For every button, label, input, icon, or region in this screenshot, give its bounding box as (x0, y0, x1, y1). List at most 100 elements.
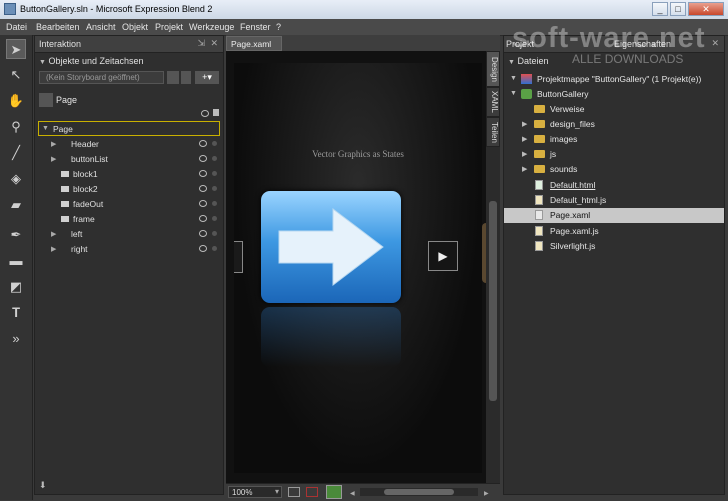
folder-row-verweise[interactable]: Verweise (504, 102, 724, 117)
design-surface[interactable]: Vector Graphics as States ▶ (234, 63, 488, 473)
eye-icon[interactable] (201, 110, 209, 117)
layout-grid-icon[interactable]: ◩ (6, 277, 26, 297)
lock-dot-icon[interactable] (212, 171, 217, 176)
tree-row-right[interactable]: ▶ right (35, 242, 221, 257)
lock-dot-icon[interactable] (212, 216, 217, 221)
scroll-right-icon[interactable]: ▶ (484, 490, 489, 497)
menu-werkzeuge[interactable]: Werkzeuge (189, 22, 234, 32)
tab-design[interactable]: Design (486, 51, 500, 87)
eye-icon[interactable] (199, 170, 207, 177)
lock-dot-icon[interactable] (212, 246, 217, 251)
zoom-icon[interactable]: ⚲ (6, 117, 26, 137)
artboard-status-bar: 100% ▾ ◀ ▶ (226, 483, 500, 501)
prev-button-partial[interactable] (234, 241, 243, 273)
menu-bearbeiten[interactable]: Bearbeiten (36, 22, 80, 32)
folder-row-design-files[interactable]: ▶ design_files (504, 117, 724, 132)
tree-row-header[interactable]: ▶ Header (35, 137, 221, 152)
horizontal-scrollbar[interactable] (360, 488, 478, 496)
folder-row-sounds[interactable]: ▶ sounds (504, 162, 724, 177)
item-label: ButtonGallery (537, 89, 589, 99)
menu-fenster[interactable]: Fenster (240, 22, 271, 32)
lock-dot-icon[interactable] (212, 231, 217, 236)
collapse-icon[interactable]: ▼ (510, 90, 517, 97)
lock-dot-icon[interactable] (212, 141, 217, 146)
storyboard-close-button[interactable] (181, 71, 191, 84)
folder-row-js[interactable]: ▶ js (504, 147, 724, 162)
expand-icon[interactable]: ▶ (522, 150, 527, 158)
folder-row-images[interactable]: ▶ images (504, 132, 724, 147)
tree-row-frame[interactable]: frame (35, 212, 221, 227)
zoom-select[interactable]: 100% ▾ (228, 486, 282, 498)
panel-close-icon[interactable]: ✕ (210, 38, 218, 49)
eye-icon[interactable] (199, 155, 207, 162)
close-button[interactable]: ✕ (688, 2, 724, 16)
brush-icon[interactable]: ▰ (6, 195, 26, 215)
file-row-silverlight-js[interactable]: Silverlight.js (504, 239, 724, 254)
menu-help[interactable]: ? (276, 22, 281, 32)
scroll-thumb[interactable] (384, 489, 454, 495)
collapse-icon[interactable]: ▼ (510, 75, 517, 82)
minimize-button[interactable]: _ (652, 2, 668, 16)
rectangle-icon[interactable]: ▬ (6, 251, 26, 271)
storyboard-options-button[interactable] (167, 71, 179, 84)
tree-row-buttonlist[interactable]: ▶ buttonList (35, 152, 221, 167)
file-row-page-xaml[interactable]: Page.xaml (504, 208, 724, 223)
solution-row[interactable]: ▼ Projektmappe "ButtonGallery" (1 Projek… (504, 72, 724, 87)
project-row[interactable]: ▼ ButtonGallery (504, 87, 724, 102)
maximize-button[interactable]: □ (670, 2, 686, 16)
file-row-default-html-js[interactable]: Default_html.js (504, 193, 724, 208)
grid-toggle-icon[interactable] (288, 487, 300, 497)
tree-row-left[interactable]: ▶ left (35, 227, 221, 242)
tab-page-xaml[interactable]: Page.xaml ✕ (226, 36, 282, 59)
objects-timeline-title: Objekte und Zeitachsen (48, 56, 144, 66)
pen-icon[interactable]: ✒ (6, 225, 26, 245)
menu-ansicht[interactable]: Ansicht (86, 22, 116, 32)
eye-icon[interactable] (199, 245, 207, 252)
eye-icon[interactable] (199, 230, 207, 237)
scroll-left-icon[interactable]: ◀ (350, 490, 355, 497)
scroll-down-icon[interactable]: ⬇ (39, 480, 47, 491)
eye-icon[interactable] (199, 215, 207, 222)
eye-icon[interactable] (199, 140, 207, 147)
menu-projekt[interactable]: Projekt (155, 22, 183, 32)
expand-icon[interactable]: ▶ (522, 135, 527, 143)
tab-xaml[interactable]: XAML (486, 87, 500, 117)
menu-objekt[interactable]: Objekt (122, 22, 148, 32)
snap-grid-icon[interactable] (306, 487, 318, 497)
add-storyboard-button[interactable]: +▾ (195, 71, 219, 84)
pan-hand-icon[interactable]: ✋ (6, 91, 26, 111)
more-tools-icon[interactable]: » (6, 329, 26, 349)
tree-row-fadeout[interactable]: fadeOut (35, 197, 221, 212)
lock-dot-icon[interactable] (212, 156, 217, 161)
paint-bucket-icon[interactable]: ◈ (6, 169, 26, 189)
arrow-button[interactable] (261, 191, 401, 303)
tree-row-block2[interactable]: block2 (35, 182, 221, 197)
file-row-default-html[interactable]: Default.html (504, 178, 724, 193)
tab-teilen[interactable]: Teilen (486, 117, 500, 147)
eye-icon[interactable] (199, 200, 207, 207)
storyboard-picker[interactable]: (Kein Storyboard geöffnet) (39, 71, 164, 84)
expand-icon[interactable]: ▶ (522, 120, 527, 128)
eye-icon[interactable] (199, 185, 207, 192)
menu-datei[interactable]: Datei (6, 22, 27, 32)
artboard[interactable]: Vector Graphics as States ▶ (226, 51, 500, 483)
lock-dot-icon[interactable] (212, 201, 217, 206)
file-row-page-xaml-js[interactable]: Page.xaml.js (504, 224, 724, 239)
direct-selection-icon[interactable]: ↖ (6, 65, 26, 85)
snap-lines-icon[interactable] (326, 485, 342, 499)
vertical-scrollbar[interactable] (489, 201, 497, 401)
play-button[interactable]: ▶ (428, 241, 458, 271)
eyedropper-icon[interactable]: ╱ (6, 143, 26, 163)
lock-dot-icon[interactable] (212, 186, 217, 191)
text-tool-icon[interactable]: 𝐓 (6, 303, 26, 323)
page-scope-icon[interactable] (39, 93, 53, 107)
chevron-down-icon: ▾ (274, 487, 279, 496)
lock-icon[interactable] (213, 109, 219, 116)
tree-row-page[interactable]: ▼ Page (38, 121, 220, 136)
selection-tool-icon[interactable]: ➤ (6, 39, 26, 59)
objects-timeline-section[interactable]: ▼ Objekte und Zeitachsen (39, 56, 144, 66)
expand-icon[interactable]: ▶ (522, 165, 527, 173)
tree-row-block1[interactable]: block1 (35, 167, 221, 182)
pin-icon[interactable]: ⇲ (197, 38, 205, 49)
tree-label: block2 (73, 184, 98, 194)
